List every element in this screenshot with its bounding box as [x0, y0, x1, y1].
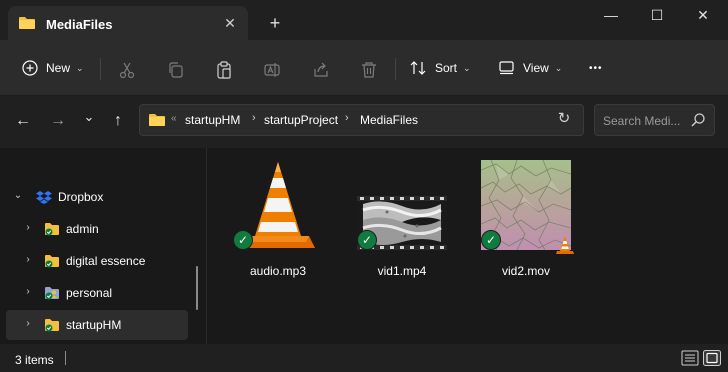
dropbox-icon — [36, 191, 52, 204]
maximize-button[interactable]: ☐ — [634, 0, 680, 32]
file-list: ✓ audio.mp3 ✓ vid1.mp4 ✓ vid2.mov — [207, 148, 728, 344]
share-icon[interactable] — [312, 56, 330, 84]
breadcrumb-mediafiles[interactable]: MediaFiles — [360, 113, 418, 127]
tree-label: Dropbox — [58, 190, 104, 204]
new-button[interactable]: New ⌄ — [22, 54, 84, 82]
search-input[interactable]: Search Medi... — [603, 114, 680, 128]
paste-icon[interactable] — [215, 56, 233, 84]
chevron-right-icon[interactable]: › — [22, 286, 34, 297]
sync-check-icon: ✓ — [357, 230, 377, 250]
synced-folder-icon — [45, 255, 59, 268]
sync-check-icon: ✓ — [233, 230, 253, 250]
recent-locations-icon[interactable]: ⌄ — [78, 106, 100, 128]
view-label: View — [523, 61, 549, 75]
navigation-pane: ⌄ Dropbox › admin › digital essence › pe… — [0, 148, 206, 344]
synced-folder-icon — [45, 223, 59, 236]
folder-icon — [19, 17, 35, 29]
more-options-icon[interactable]: ••• — [589, 54, 603, 82]
new-tab-button[interactable]: + — [264, 13, 286, 35]
command-divider — [100, 58, 101, 80]
rename-icon[interactable] — [263, 56, 281, 84]
file-name: vid2.mov — [501, 264, 551, 278]
chevron-down-icon[interactable]: ⌄ — [12, 190, 24, 201]
tree-label: personal — [66, 286, 113, 300]
back-icon[interactable]: ← — [12, 110, 34, 132]
chevron-right-icon[interactable]: › — [22, 318, 34, 329]
plus-circle-icon — [22, 60, 38, 76]
address-row: ← → ⌄ ↑ « startupHM › startupProject › M… — [0, 96, 728, 148]
tab-mediafiles[interactable]: MediaFiles ✕ — [8, 6, 248, 40]
breadcrumb-startuphm[interactable]: startupHM — [185, 113, 240, 127]
chevron-down-icon: ⌄ — [554, 62, 563, 73]
breadcrumb-overflow-icon[interactable]: « — [171, 113, 177, 124]
breadcrumb-separator-icon[interactable]: › — [345, 112, 349, 124]
tree-item-startuphm[interactable]: › startupHM — [6, 310, 188, 340]
copy-icon[interactable] — [167, 56, 185, 84]
search-box[interactable]: Search Medi... — [594, 104, 715, 136]
tree-label: admin — [66, 222, 99, 236]
tree-label: digital essence — [66, 254, 146, 268]
sort-label: Sort — [435, 61, 458, 75]
refresh-icon[interactable]: ↻ — [555, 110, 573, 128]
command-divider — [395, 58, 396, 80]
file-name: vid1.mp4 — [377, 264, 427, 278]
sort-button[interactable]: Sort ⌄ — [410, 54, 471, 82]
personal-folder-icon — [45, 287, 59, 300]
large-icons-view-icon[interactable] — [703, 350, 721, 366]
cut-icon[interactable] — [118, 56, 136, 84]
file-item-vid1[interactable]: ✓ vid1.mp4 — [347, 158, 457, 278]
delete-icon[interactable] — [360, 56, 378, 84]
new-label: New — [46, 61, 71, 75]
vlc-badge-icon — [556, 236, 574, 254]
chevron-down-icon: ⌄ — [463, 62, 471, 73]
navigation-scrollbar[interactable] — [196, 266, 198, 310]
address-bar[interactable]: « startupHM › startupProject › MediaFile… — [139, 104, 671, 136]
file-name: audio.mp3 — [249, 264, 307, 278]
close-window-button[interactable]: ✕ — [680, 0, 726, 32]
search-icon[interactable] — [690, 112, 706, 128]
details-view-icon[interactable] — [681, 350, 699, 366]
tree-item-personal[interactable]: › personal — [0, 278, 188, 308]
item-count: 3 items — [15, 353, 54, 367]
breadcrumb-startupproject[interactable]: startupProject — [264, 113, 338, 127]
chevron-right-icon[interactable]: › — [22, 222, 34, 233]
file-explorer-window: MediaFiles ✕ + — ☐ ✕ New ⌄ Sort ⌄ View ⌄… — [0, 0, 728, 372]
up-icon[interactable]: ↑ — [107, 110, 129, 132]
file-item-audio[interactable]: ✓ audio.mp3 — [223, 158, 333, 278]
view-icon — [499, 61, 514, 75]
close-tab-icon[interactable]: ✕ — [220, 13, 240, 33]
title-bar: MediaFiles ✕ + — ☐ ✕ — [0, 0, 728, 40]
status-bar: 3 items — [0, 344, 728, 372]
tree-item-digital-essence[interactable]: › digital essence — [0, 246, 188, 276]
sort-icon — [410, 61, 426, 75]
chevron-down-icon: ⌄ — [76, 62, 84, 73]
breadcrumb-separator-icon[interactable]: › — [252, 112, 256, 124]
minimize-button[interactable]: — — [588, 0, 634, 32]
sync-check-icon: ✓ — [481, 230, 501, 250]
synced-folder-icon — [45, 319, 59, 332]
tree-item-admin[interactable]: › admin — [0, 214, 188, 244]
status-divider — [65, 351, 66, 365]
view-button[interactable]: View ⌄ — [499, 54, 562, 82]
chevron-right-icon[interactable]: › — [22, 254, 34, 265]
tree-item-dropbox[interactable]: ⌄ Dropbox — [0, 182, 188, 212]
forward-icon[interactable]: → — [47, 110, 69, 132]
file-item-vid2[interactable]: ✓ vid2.mov — [471, 158, 581, 278]
tree-label: startupHM — [66, 318, 122, 332]
tab-title: MediaFiles — [46, 17, 113, 32]
command-bar: New ⌄ Sort ⌄ View ⌄ ••• — [0, 40, 728, 96]
folder-icon — [149, 114, 165, 126]
